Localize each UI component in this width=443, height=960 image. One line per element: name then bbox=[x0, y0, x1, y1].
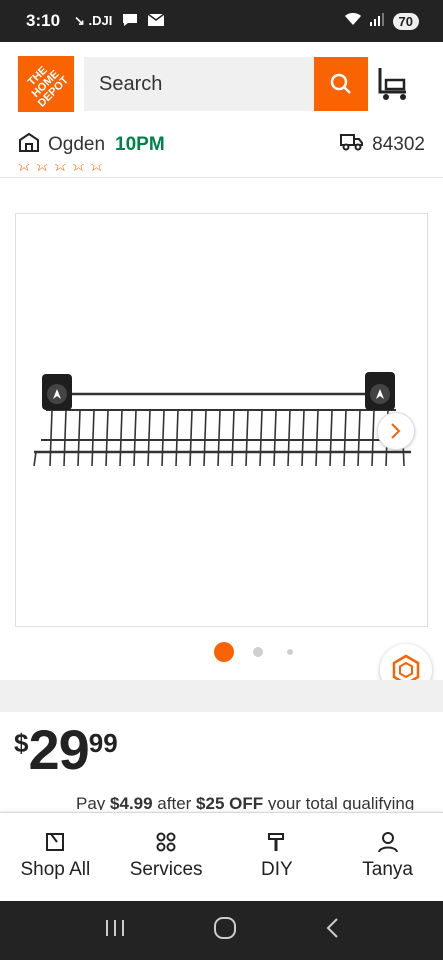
chevron-right-icon bbox=[391, 423, 401, 439]
store-name[interactable]: Ogden bbox=[48, 134, 105, 156]
price-currency: $ bbox=[14, 728, 29, 758]
system-navigation bbox=[0, 901, 443, 960]
dji-notification: ↘ .DJI bbox=[74, 13, 113, 28]
wifi-icon bbox=[344, 13, 361, 29]
nav-shop-all-label: Shop All bbox=[20, 859, 91, 880]
cart-button[interactable] bbox=[377, 66, 411, 102]
rating-stars: ☆☆☆☆☆ bbox=[16, 164, 107, 175]
back-chevron-icon bbox=[326, 918, 338, 938]
promo-off[interactable]: $25 OFF bbox=[196, 794, 263, 810]
recent-apps-icon bbox=[105, 920, 124, 936]
nav-shop-all[interactable]: Shop All bbox=[0, 813, 111, 901]
promo-text: Pay $4.99 after $25 OFF your total quali… bbox=[0, 790, 443, 810]
nav-account-label: Tanya bbox=[362, 859, 413, 880]
back-button[interactable] bbox=[325, 917, 339, 944]
bottom-navigation: Shop All Services DIY Tanya bbox=[0, 812, 443, 901]
location-bar: Ogden 10PM 84302 bbox=[0, 126, 443, 164]
promo-mid: after bbox=[152, 794, 197, 810]
promo-amount[interactable]: $4.99 bbox=[110, 794, 153, 810]
nav-services-label: Services bbox=[129, 859, 203, 880]
mail-icon bbox=[147, 12, 165, 29]
nav-account[interactable]: Tanya bbox=[332, 813, 443, 901]
rating-strip: ☆☆☆☆☆ bbox=[0, 164, 443, 178]
store-hours: 10PM bbox=[115, 134, 165, 155]
zip-code: 84302 bbox=[372, 134, 425, 155]
recent-apps-button[interactable] bbox=[104, 918, 126, 943]
wire-shelf-image bbox=[33, 372, 411, 467]
nav-diy-label: DIY bbox=[261, 859, 293, 880]
nav-diy[interactable]: DIY bbox=[222, 813, 333, 901]
search-button[interactable] bbox=[314, 57, 368, 111]
gallery-pagination bbox=[0, 642, 443, 662]
truck-icon bbox=[340, 133, 364, 157]
home-circle-icon bbox=[214, 917, 237, 939]
promo-post: your total qualifying bbox=[263, 794, 415, 810]
nav-services[interactable]: Services bbox=[111, 813, 222, 901]
logo-text: THE HOME DEPOT bbox=[25, 63, 72, 110]
home-depot-logo[interactable]: THE HOME DEPOT bbox=[18, 56, 74, 112]
message-icon bbox=[122, 13, 138, 30]
pagination-dot-active[interactable] bbox=[214, 642, 234, 662]
battery-icon: 70 bbox=[392, 12, 419, 30]
cart-icon bbox=[378, 68, 406, 100]
status-time: 3:10 bbox=[26, 11, 61, 30]
promo-pre: Pay bbox=[76, 794, 111, 810]
search-input[interactable]: Search bbox=[84, 57, 314, 111]
search-icon bbox=[330, 73, 351, 94]
product-price: $ 29 99 bbox=[14, 722, 118, 778]
diy-icon bbox=[267, 833, 284, 851]
product-gallery bbox=[0, 193, 443, 680]
section-divider bbox=[0, 680, 443, 712]
pagination-dot[interactable] bbox=[253, 647, 263, 657]
services-icon bbox=[156, 832, 176, 852]
home-button[interactable] bbox=[213, 916, 237, 945]
user-icon bbox=[377, 832, 398, 853]
pagination-dot[interactable] bbox=[287, 649, 293, 655]
store-icon bbox=[18, 132, 40, 158]
next-image-button[interactable] bbox=[377, 412, 415, 450]
price-cents: 99 bbox=[88, 728, 118, 758]
signal-icon bbox=[369, 13, 385, 29]
product-image[interactable] bbox=[15, 213, 428, 627]
app-header: THE HOME DEPOT Search bbox=[0, 42, 443, 126]
price-dollars: 29 bbox=[28, 718, 89, 781]
search-placeholder: Search bbox=[99, 72, 163, 95]
delivery-zip[interactable]: 84302 bbox=[340, 133, 425, 157]
status-bar: 3:10 ↘ .DJI 70 bbox=[0, 0, 443, 42]
shop-all-icon bbox=[46, 833, 65, 851]
